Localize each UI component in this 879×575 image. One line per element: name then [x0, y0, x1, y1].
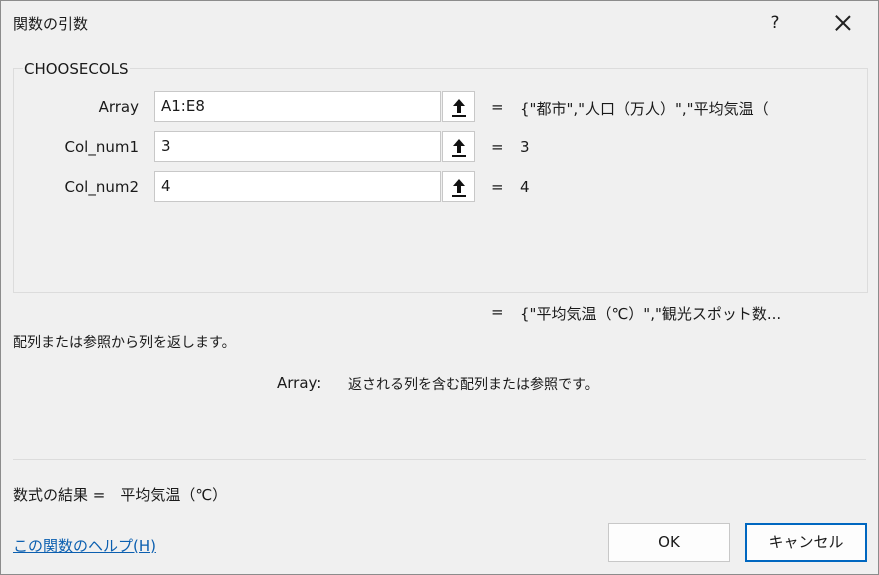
col-num1-collapse-button[interactable]: [442, 131, 475, 162]
array-evaluated-value: {"都市","人口（万人）","平均気温（: [520, 100, 769, 118]
arg-label-col-num2: Col_num2: [64, 178, 140, 196]
col-num2-collapse-button[interactable]: [442, 171, 475, 202]
help-button[interactable]: ?: [764, 10, 786, 36]
formula-result: 数式の結果 = 平均気温（℃）: [13, 486, 228, 504]
function-result-value: {"平均気温（℃）","観光スポット数...: [520, 305, 782, 323]
divider: [13, 459, 866, 460]
function-name: CHOOSECOLS: [23, 60, 130, 78]
cancel-button[interactable]: キャンセル: [745, 523, 867, 562]
close-icon[interactable]: [830, 10, 856, 36]
title-bar: 関数の引数 ?: [1, 1, 878, 45]
argument-help-name: Array:: [277, 374, 322, 392]
argument-help-text: 返される列を含む配列または参照です。: [348, 377, 599, 393]
arg-equals: =: [491, 98, 504, 116]
function-description: 配列または参照から列を返します。: [13, 335, 236, 351]
col-num1-input[interactable]: 3: [154, 131, 441, 162]
col-num2-input[interactable]: 4: [154, 171, 441, 202]
arg-label-array: Array: [98, 98, 139, 116]
col-num1-evaluated-value: 3: [520, 138, 530, 156]
result-equals: =: [491, 303, 504, 321]
arg-label-col-num1: Col_num1: [64, 138, 140, 156]
arrow-up-icon: [452, 179, 466, 197]
function-arguments-dialog: 関数の引数 ? CHOOSECOLS Array A1:E8 = {"都市","…: [0, 0, 879, 575]
arg-equals: =: [491, 138, 504, 156]
arg-equals: =: [491, 178, 504, 196]
arrow-up-icon: [452, 139, 466, 157]
array-collapse-button[interactable]: [442, 91, 475, 122]
arrow-up-icon: [452, 99, 466, 117]
function-help-link[interactable]: この関数のヘルプ(H): [13, 535, 156, 556]
array-input[interactable]: A1:E8: [154, 91, 441, 122]
col-num2-evaluated-value: 4: [520, 178, 530, 196]
ok-button[interactable]: OK: [608, 523, 730, 562]
dialog-title: 関数の引数: [13, 15, 89, 33]
